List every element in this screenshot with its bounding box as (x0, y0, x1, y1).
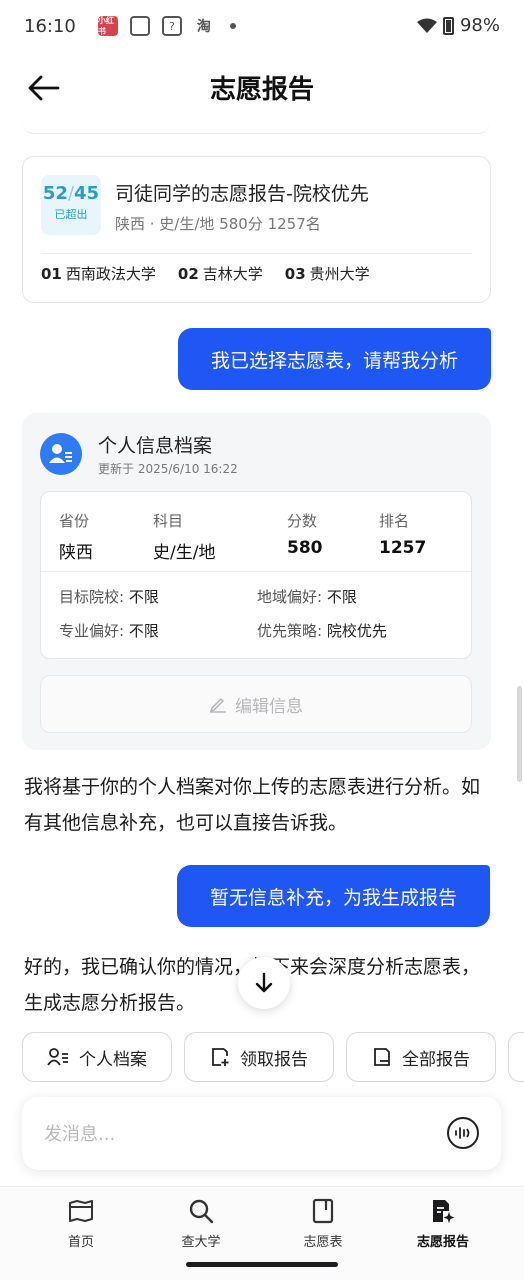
message-input[interactable] (44, 1117, 424, 1151)
strategy-pref: 优先策略: 院校优先 (257, 622, 387, 640)
voice-wave-icon (455, 1127, 470, 1139)
profile-title: 个人信息档案 (98, 435, 213, 457)
profile-avatar (40, 433, 82, 475)
profile-details: 省份 陕西 科目 史/生/地 分数 580 排名 1257 目标院校: 不限 地… (40, 491, 472, 659)
divider (41, 253, 472, 254)
quick-action-label: 全部报告 (402, 1049, 470, 1070)
status-time: 16:10 (24, 15, 76, 37)
score-label: 分数 (287, 512, 318, 530)
major-pref: 专业偏好: 不限 (59, 622, 159, 640)
subject-value: 史/生/地 (153, 543, 216, 563)
nav-volunteer-table[interactable]: 志愿表 (283, 1195, 363, 1250)
score-badge: 52/45 已超出 (41, 175, 101, 235)
report-title: 司徒同学的志愿报告-院校优先 (115, 183, 369, 205)
arrow-left-icon (28, 75, 60, 101)
scroll-to-bottom-button[interactable] (238, 957, 290, 1009)
more-quick-button[interactable] (508, 1032, 524, 1082)
school-list: 01 西南政法大学 02 吉林大学 03 贵州大学 (41, 263, 370, 284)
nav-label: 志愿表 (303, 1235, 343, 1250)
ai-message: 我将基于你的个人档案对你上传的志愿表进行分析。如有其他信息补充，也可以直接告诉我… (24, 776, 481, 834)
user-message-bubble: 我已选择志愿表，请帮我分析 (178, 328, 491, 390)
wifi-icon (416, 18, 437, 33)
user-message-bubble: 暂无信息补充，为我生成报告 (177, 865, 490, 927)
scrollbar[interactable] (517, 686, 522, 782)
target-school-pref: 目标院校: 不限 (59, 588, 159, 606)
exceed-label: 已超出 (54, 208, 88, 221)
nav-label: 查大学 (181, 1235, 221, 1250)
battery-percent: 98% (459, 15, 500, 36)
school-item: 01 西南政法大学 (41, 265, 156, 283)
province-value: 陕西 (59, 543, 93, 563)
rank-value: 1257 (379, 538, 427, 558)
report-list-icon (374, 1048, 390, 1066)
profile-quick-button[interactable]: 个人档案 (22, 1032, 172, 1082)
phone-app-icon (129, 16, 150, 36)
report-subtitle: 陕西 · 史/生/地 580分 1257名 (115, 215, 321, 233)
home-indicator[interactable] (186, 1262, 338, 1267)
nav-label: 首页 (67, 1235, 94, 1250)
score-value: 580 (287, 538, 323, 558)
page-title: 志愿报告 (209, 74, 314, 105)
region-pref: 地域偏好: 不限 (257, 588, 357, 606)
rank-label: 排名 (379, 512, 410, 530)
notification-dot-icon (229, 23, 236, 29)
help-app-icon: ? (161, 16, 182, 36)
nav-volunteer-report[interactable]: 志愿报告 (403, 1195, 483, 1250)
report-sparkle-icon (433, 1200, 455, 1223)
quick-action-label: 个人档案 (79, 1049, 147, 1070)
report-add-icon (212, 1048, 229, 1066)
arrow-down-icon (255, 972, 273, 993)
status-bar: 16:10 小红书 ? 淘 98% (0, 0, 524, 52)
province-label: 省份 (59, 512, 90, 530)
user-card-icon (49, 444, 72, 463)
school-item: 02 吉林大学 (177, 265, 263, 283)
edit-info-label: 编辑信息 (235, 696, 303, 717)
profile-updated-time: 更新于 2025/6/10 16:22 (98, 462, 238, 476)
score-total: 45 (74, 183, 100, 204)
back-button[interactable] (26, 70, 62, 106)
taobao-app-icon: 淘 (196, 19, 211, 35)
all-reports-button[interactable]: 全部报告 (346, 1032, 496, 1082)
profile-card: 个人信息档案 更新于 2025/6/10 16:22 省份 陕西 科目 史/生/… (22, 413, 491, 750)
voice-input-button[interactable] (447, 1117, 479, 1149)
subject-label: 科目 (153, 512, 184, 530)
previous-card-edge (22, 122, 490, 134)
nav-search-university[interactable]: 查大学 (161, 1195, 241, 1250)
user-list-icon (47, 1048, 68, 1066)
nav-label: 志愿报告 (416, 1235, 469, 1250)
battery-icon (442, 16, 454, 35)
status-right: 98% (416, 15, 500, 36)
score-value: 52 (42, 183, 68, 204)
nav-home[interactable]: 首页 (41, 1195, 121, 1250)
school-item: 03 贵州大学 (284, 265, 370, 283)
edit-info-button[interactable]: 编辑信息 (40, 675, 472, 733)
quick-action-label: 领取报告 (240, 1049, 308, 1070)
map-book-icon (69, 1200, 93, 1222)
search-icon (189, 1199, 214, 1224)
claim-report-button[interactable]: 领取报告 (184, 1032, 334, 1082)
report-card[interactable]: 52/45 已超出 司徒同学的志愿报告-院校优先 陕西 · 史/生/地 580分… (22, 156, 491, 303)
xiaohongshu-app-icon: 小红书 (97, 16, 118, 36)
app-header: 志愿报告 (0, 52, 524, 122)
document-icon (312, 1198, 334, 1224)
divider (41, 571, 471, 572)
quick-actions: 个人档案 领取报告 全部报告 (22, 1032, 524, 1082)
pencil-icon (209, 697, 226, 713)
message-composer (22, 1097, 501, 1170)
